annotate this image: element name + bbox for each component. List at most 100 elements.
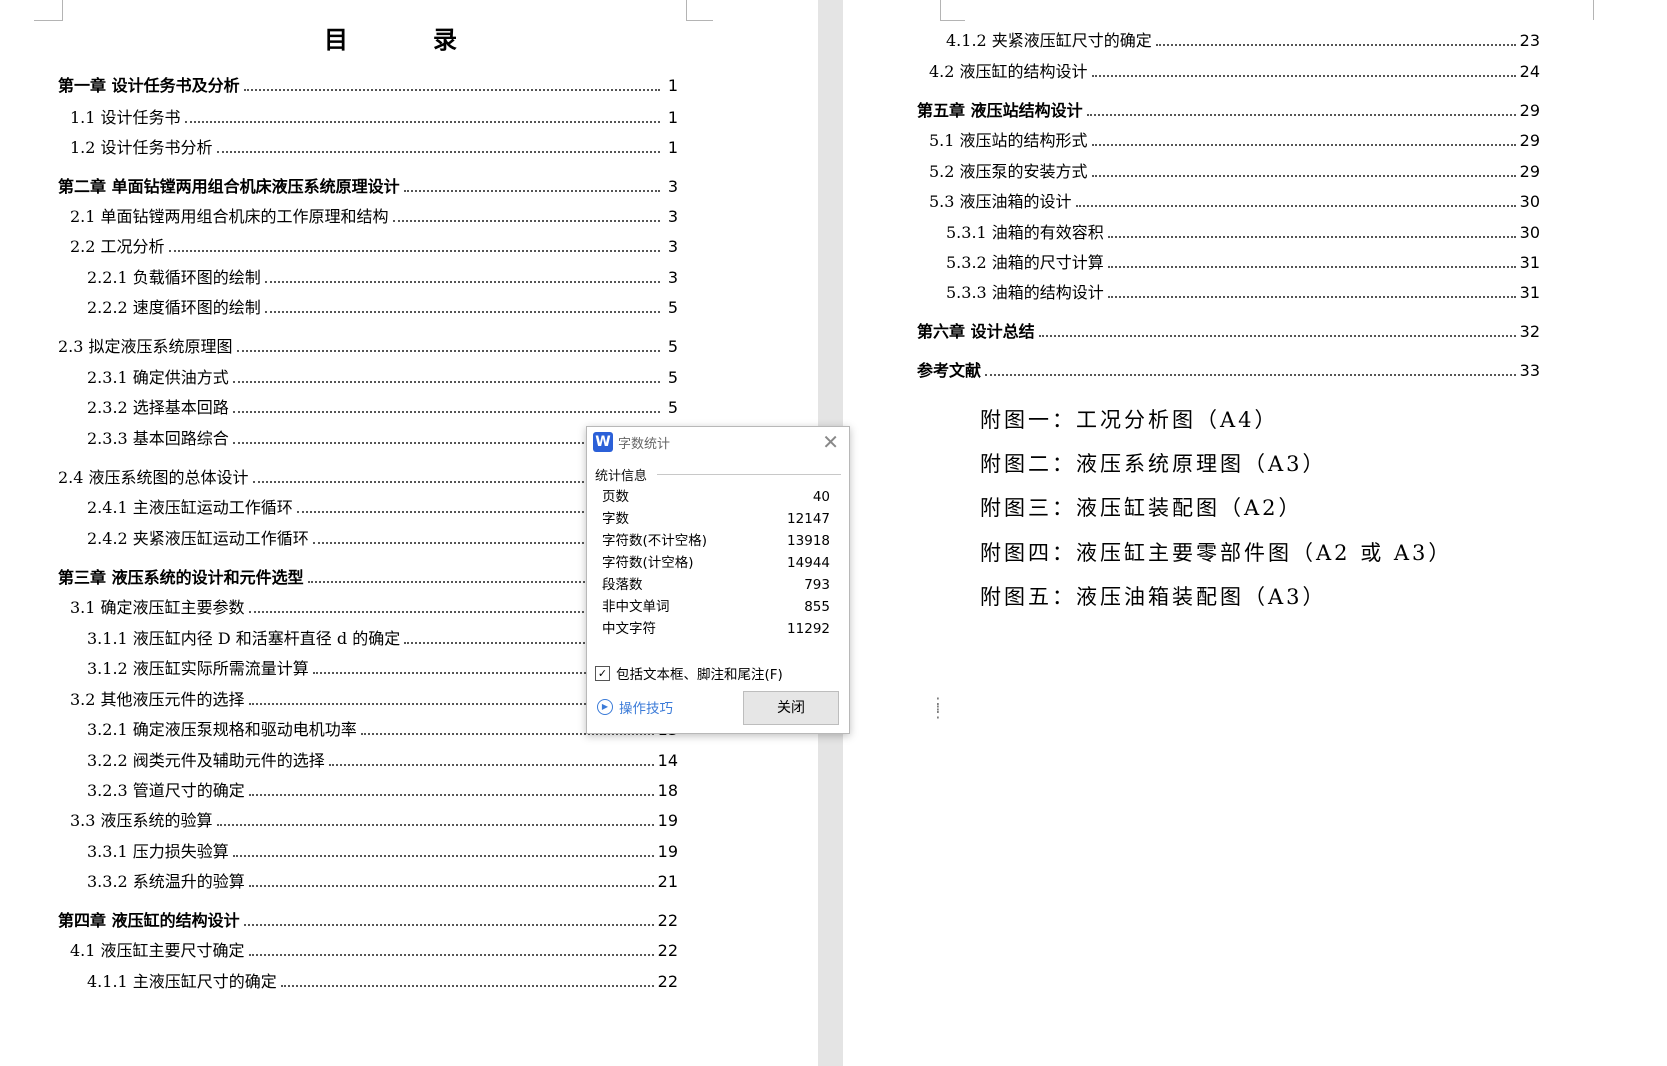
toc-entry-page: 5 bbox=[667, 398, 678, 417]
toc-entry-page: 3 bbox=[667, 177, 678, 196]
toc-entry[interactable]: 2.3.2 选择基本回路 5 bbox=[87, 397, 678, 419]
close-icon[interactable]: ✕ bbox=[822, 430, 839, 454]
toc-entry[interactable]: 5.2 液压泵的安装方式 29 bbox=[929, 161, 1540, 183]
toc-entry-label: 4.1.1 主液压缸尺寸的确定 bbox=[87, 972, 277, 991]
toc-entry-page: 3 bbox=[667, 207, 678, 226]
toc-entry-label: 1.1 设计任务书 bbox=[70, 108, 181, 127]
toc-entry-label: 第一章 设计任务书及分析 bbox=[58, 76, 240, 95]
close-button[interactable]: 关闭 bbox=[743, 691, 839, 725]
toc-entry[interactable]: 1.1 设计任务书 1 bbox=[70, 107, 678, 129]
tips-link[interactable]: ▶ 操作技巧 bbox=[597, 697, 673, 717]
toc-entry-label: 5.2 液压泵的安装方式 bbox=[929, 162, 1088, 181]
toc-entry[interactable]: 5.3 液压油箱的设计 30 bbox=[929, 191, 1540, 213]
toc-entry[interactable]: 4.1.1 主液压缸尺寸的确定 22 bbox=[87, 971, 678, 993]
toc-entry-page: 19 bbox=[657, 842, 678, 861]
toc-leader-dots bbox=[243, 924, 654, 926]
stat-label: 中文字符 bbox=[602, 621, 656, 637]
toc-entry[interactable]: 5.3.3 油箱的结构设计 31 bbox=[946, 282, 1540, 304]
toc-entry[interactable]: 2.3.1 确定供油方式 5 bbox=[87, 367, 678, 389]
toc-entry[interactable]: 3.3.2 系统温升的验算 21 bbox=[87, 871, 678, 893]
toc-entry[interactable]: 4.1.2 夹紧液压缸尺寸的确定 23 bbox=[946, 30, 1540, 52]
toc-leader-dots bbox=[264, 281, 660, 283]
stat-value: 14944 bbox=[787, 555, 830, 571]
toc-entry-label: 2.3 拟定液压系统原理图 bbox=[58, 337, 233, 356]
toc-entry[interactable]: 第四章 液压缸的结构设计 22 bbox=[58, 910, 678, 932]
toc-leader-dots bbox=[1075, 205, 1516, 207]
toc-leader-dots bbox=[1107, 266, 1516, 268]
stat-row: 非中文单词 855 bbox=[602, 596, 830, 618]
stat-label: 字数 bbox=[602, 511, 629, 527]
toc-leader-dots bbox=[168, 250, 660, 252]
toc-entry-label: 3.1.2 液压缸实际所需流量计算 bbox=[87, 659, 309, 678]
toc-entry-label: 第五章 液压站结构设计 bbox=[917, 101, 1083, 120]
drag-handle-icon[interactable]: ⋮ ⋮ bbox=[930, 696, 946, 720]
stat-label: 段落数 bbox=[602, 577, 643, 593]
toc-title-char: 目 bbox=[324, 26, 350, 54]
toc-entry[interactable]: 第三章 液压系统的设计和元件选型9 bbox=[58, 567, 678, 589]
toc-entry[interactable]: 4.1 液压缸主要尺寸确定 22 bbox=[70, 940, 678, 962]
stat-label: 字符数(计空格) bbox=[602, 555, 694, 571]
toc-entry-label: 5.3.2 油箱的尺寸计算 bbox=[946, 253, 1104, 272]
toc-entry-label: 2.2.2 速度循环图的绘制 bbox=[87, 298, 261, 317]
toc-entry-page: 1 bbox=[667, 108, 678, 127]
toc-entry-page: 22 bbox=[657, 941, 678, 960]
toc-entry-label: 第四章 液压缸的结构设计 bbox=[58, 911, 240, 930]
toc-entry-label: 3.3.2 系统温升的验算 bbox=[87, 872, 245, 891]
toc-entry[interactable]: 5.3.1 油箱的有效容积 30 bbox=[946, 222, 1540, 244]
stat-value: 855 bbox=[804, 599, 830, 615]
toc-entry[interactable]: 1.2 设计任务书分析 1 bbox=[70, 137, 678, 159]
toc-entry[interactable]: 5.1 液压站的结构形式 29 bbox=[929, 130, 1540, 152]
toc-entry[interactable]: 2.2.2 速度循环图的绘制 5 bbox=[87, 297, 678, 319]
toc-entry-label: 3.2.3 管道尺寸的确定 bbox=[87, 781, 245, 800]
appendix-figure-item: 附图五：液压油箱装配图（A3） bbox=[980, 585, 1327, 609]
toc-entry-page: 23 bbox=[1519, 31, 1540, 50]
toc-entry[interactable]: 2.2 工况分析 3 bbox=[70, 236, 678, 258]
play-icon: ▶ bbox=[597, 699, 613, 715]
crop-mark bbox=[686, 0, 713, 21]
crop-mark bbox=[940, 0, 941, 21]
toc-entry[interactable]: 3.2.2 阀类元件及辅助元件的选择 14 bbox=[87, 750, 678, 772]
toc-entry[interactable]: 3.3 液压系统的验算 19 bbox=[70, 810, 678, 832]
toc-entry-label: 2.3.2 选择基本回路 bbox=[87, 398, 229, 417]
dialog-titlebar[interactable]: W 字数统计 ✕ bbox=[587, 427, 849, 457]
toc-entry-page: 29 bbox=[1519, 131, 1540, 150]
toc-leader-dots bbox=[248, 794, 654, 796]
toc-entry-page: 3 bbox=[667, 268, 678, 287]
toc-leader-dots bbox=[1155, 44, 1516, 46]
crop-mark bbox=[34, 20, 62, 21]
toc-entry[interactable]: 第六章 设计总结 32 bbox=[917, 321, 1540, 343]
crop-mark bbox=[1593, 0, 1594, 20]
toc-entry[interactable]: 2.4 液压系统图的总体设计6 bbox=[58, 467, 678, 489]
toc-entry[interactable]: 第五章 液压站结构设计 29 bbox=[917, 100, 1540, 122]
toc-entry-page: 1 bbox=[667, 138, 678, 157]
toc-leader-dots bbox=[232, 855, 654, 857]
stat-value: 40 bbox=[812, 489, 830, 505]
toc-leader-dots bbox=[1091, 175, 1516, 177]
toc-entry-label: 5.1 液压站的结构形式 bbox=[929, 131, 1088, 150]
word-count-dialog: W 字数统计 ✕ 统计信息 页数 40 字数 12147 字符数(不计空格) 13918 字… bbox=[586, 426, 850, 734]
toc-leader-dots bbox=[392, 220, 660, 222]
toc-entry[interactable]: 2.2.1 负载循环图的绘制 3 bbox=[87, 267, 678, 289]
toc-entry-label: 3.1.1 液压缸内径 D 和活塞杆直径 d 的确定 bbox=[87, 629, 401, 648]
toc-entry-page: 22 bbox=[657, 911, 678, 930]
toc-leader-dots bbox=[1107, 236, 1516, 238]
toc-entry-label: 2.4.1 主液压缸运动工作循环 bbox=[87, 498, 293, 517]
toc-entry-page: 30 bbox=[1519, 223, 1540, 242]
checkbox-check-icon[interactable]: ✓ bbox=[595, 665, 610, 681]
toc-entry[interactable]: 第一章 设计任务书及分析 1 bbox=[58, 75, 678, 97]
toc-leader-dots bbox=[232, 381, 660, 383]
toc-entry[interactable]: 2.1 单面钻镗两用组合机床的工作原理和结构 3 bbox=[70, 206, 678, 228]
toc-entry-label: 5.3.3 油箱的结构设计 bbox=[946, 283, 1104, 302]
toc-entry[interactable]: 3.2.3 管道尺寸的确定 18 bbox=[87, 780, 678, 802]
toc-leader-dots bbox=[280, 985, 654, 987]
toc-entry[interactable]: 3.3.1 压力损失验算 19 bbox=[87, 841, 678, 863]
toc-entry-label: 4.2 液压缸的结构设计 bbox=[929, 62, 1088, 81]
toc-entry-page: 29 bbox=[1519, 162, 1540, 181]
toc-entry[interactable]: 4.2 液压缸的结构设计 24 bbox=[929, 61, 1540, 83]
toc-entry[interactable]: 参考文献 33 bbox=[917, 360, 1540, 382]
toc-entry[interactable]: 第二章 单面钻镗两用组合机床液压系统原理设计 3 bbox=[58, 176, 678, 198]
toc-entry[interactable]: 5.3.2 油箱的尺寸计算 31 bbox=[946, 252, 1540, 274]
toc-leader-dots bbox=[1038, 335, 1516, 337]
include-textbox-checkbox[interactable]: ✓ 包括文本框、脚注和尾注(F) bbox=[595, 663, 783, 683]
toc-entry[interactable]: 2.3 拟定液压系统原理图 5 bbox=[58, 336, 678, 358]
